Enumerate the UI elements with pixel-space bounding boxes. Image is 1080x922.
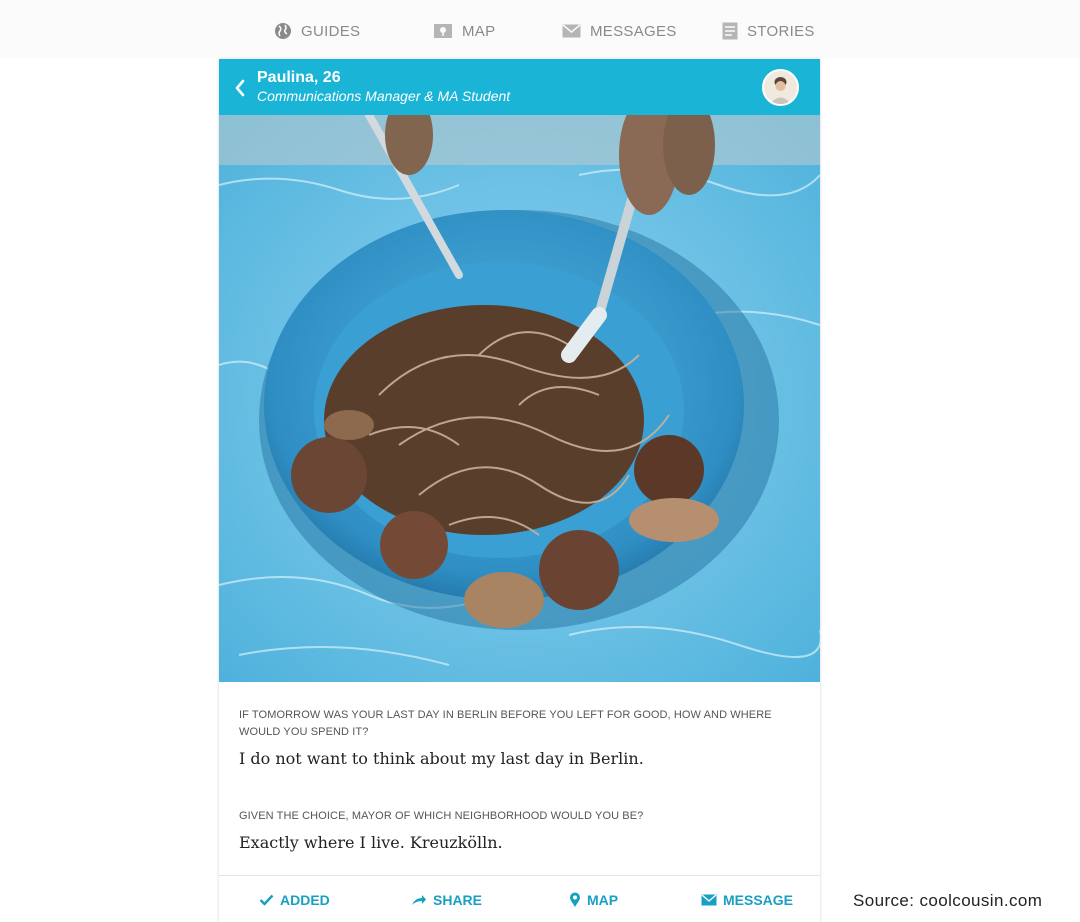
share-button[interactable]: SHARE	[411, 892, 482, 908]
nav-label-guides: GUIDES	[301, 22, 361, 40]
food-photo	[219, 115, 820, 682]
added-label: ADDED	[280, 892, 330, 908]
profile-card: Paulina, 26 Communications Manager & MA …	[219, 59, 820, 922]
map-label: MAP	[587, 892, 619, 908]
answer-1: I do not want to think about my last day…	[239, 749, 644, 768]
added-button[interactable]: ADDED	[259, 892, 330, 908]
envelope-icon	[562, 24, 581, 38]
document-icon	[722, 22, 738, 40]
profile-role: Communications Manager & MA Student	[257, 88, 511, 104]
back-button[interactable]	[229, 75, 251, 101]
share-arrow-icon	[412, 895, 426, 905]
action-bar: ADDED SHARE MAP MESSAGE	[219, 875, 820, 922]
nav-label-map: MAP	[462, 22, 496, 40]
page: GUIDES MAP MESSAGES STORIES Paulina, 26 …	[0, 0, 1080, 922]
question-2: GIVEN THE CHOICE, MAYOR OF WHICH NEIGHBO…	[239, 810, 644, 822]
chevron-left-icon	[235, 79, 245, 97]
card-header: Paulina, 26 Communications Manager & MA …	[219, 59, 820, 115]
question-1: IF TOMORROW WAS YOUR LAST DAY IN BERLIN …	[239, 709, 772, 738]
map-pin-icon	[570, 892, 580, 907]
map-button[interactable]: MAP	[569, 892, 618, 908]
avatar[interactable]	[762, 69, 799, 106]
nav-item-map[interactable]: MAP	[433, 20, 495, 42]
nav-item-messages[interactable]: MESSAGES	[562, 20, 677, 42]
profile-name: Paulina, 26	[257, 69, 341, 86]
map-icon	[434, 24, 452, 38]
envelope-icon	[701, 894, 717, 906]
message-label: MESSAGE	[723, 892, 794, 908]
avatar-image	[764, 71, 797, 104]
nav-item-guides[interactable]: GUIDES	[274, 20, 360, 42]
globe-icon	[275, 23, 291, 39]
qa-item-1: IF TOMORROW WAS YOUR LAST DAY IN BERLIN …	[239, 707, 799, 768]
nav-label-messages: MESSAGES	[590, 22, 677, 40]
source-credit: Source: coolcousin.com	[853, 891, 1043, 910]
answer-2: Exactly where I live. Kreuzkölln.	[239, 833, 503, 852]
nav-label-stories: STORIES	[747, 22, 815, 40]
message-button[interactable]: MESSAGE	[701, 892, 793, 908]
share-label: SHARE	[433, 892, 483, 908]
qa-item-2: GIVEN THE CHOICE, MAYOR OF WHICH NEIGHBO…	[239, 808, 799, 852]
checkmark-icon	[259, 894, 274, 906]
nav-item-stories[interactable]: STORIES	[722, 20, 815, 42]
top-navigation: GUIDES MAP MESSAGES STORIES	[0, 0, 1080, 58]
food-photo-image	[219, 115, 820, 682]
